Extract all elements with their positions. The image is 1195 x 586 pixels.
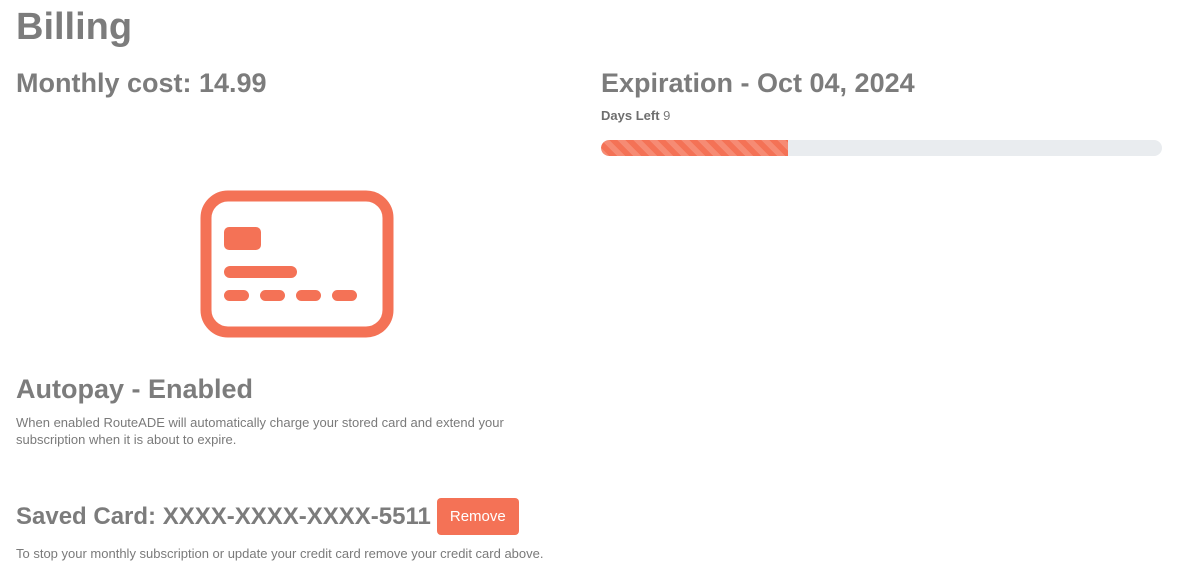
card-number-segment [296, 290, 321, 301]
days-left-label: Days Left [601, 108, 660, 123]
saved-card-label: Saved Card: XXXX-XXXX-XXXX-5511 [16, 502, 431, 530]
card-number-segment [224, 290, 249, 301]
expiration-title: Expiration - Oct 04, 2024 [601, 68, 915, 98]
billing-details-column: Monthly cost: 14.99 Autopay - Enabled Wh… [16, 66, 576, 561]
billing-page: Billing Monthly cost: 14.99 Autopay - En… [0, 0, 1195, 586]
expiration-progress-fill [601, 140, 788, 156]
autopay-status: Autopay - Enabled [16, 374, 254, 404]
card-number-segment [332, 290, 357, 301]
days-left-value: 9 [663, 108, 671, 123]
days-left: Days Left 9 [601, 108, 1163, 124]
expiration-progress-bar [601, 140, 1162, 156]
credit-card-icon [200, 190, 394, 338]
saved-card-description: To stop your monthly subscription or upd… [16, 546, 544, 561]
card-chip [224, 227, 261, 250]
saved-card-row: Saved Card: XXXX-XXXX-XXXX-5511 Remove [16, 498, 519, 535]
expiration-column: Expiration - Oct 04, 2024 Days Left 9 [601, 66, 1163, 156]
card-outline [200, 190, 394, 338]
card-name-line [224, 266, 297, 278]
monthly-cost: Monthly cost: 14.99 [16, 68, 267, 98]
autopay-description: When enabled RouteADE will automatically… [16, 415, 504, 447]
page-title: Billing [16, 6, 133, 48]
remove-card-button[interactable]: Remove [436, 498, 519, 535]
card-number-segment [260, 290, 285, 301]
